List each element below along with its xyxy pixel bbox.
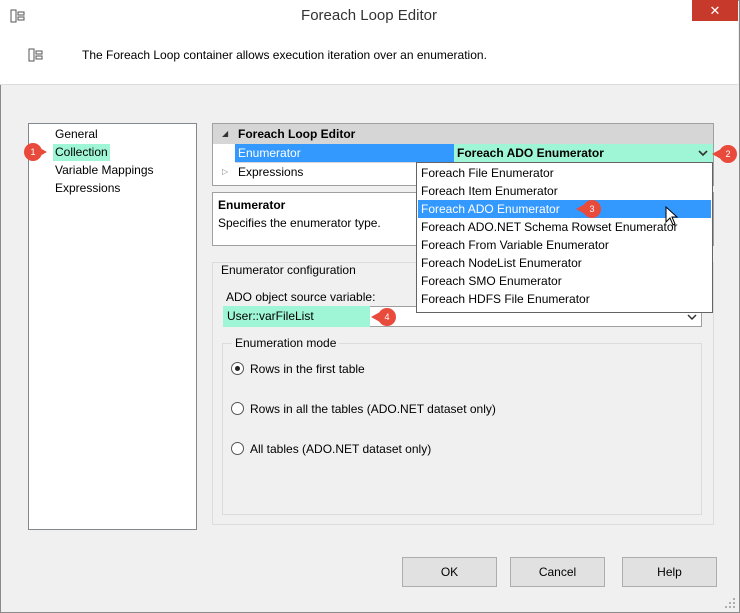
dropdown-option-nodelist[interactable]: Foreach NodeList Enumerator (418, 254, 711, 272)
enumeration-mode-title: Enumeration mode (232, 336, 340, 350)
property-label-expressions[interactable]: Expressions (235, 163, 303, 181)
radio-label[interactable]: Rows in the first table (250, 362, 365, 376)
nav-item-collection[interactable]: Collection (53, 144, 110, 161)
radio-label[interactable]: All tables (ADO.NET dataset only) (250, 442, 431, 456)
source-variable-value[interactable]: User::varFileList (223, 306, 370, 327)
resize-grip-icon[interactable] (724, 597, 736, 609)
radio-rows-first-table[interactable] (231, 362, 244, 375)
expand-triangle-icon[interactable]: ▷ (222, 163, 228, 181)
foreach-container-icon (28, 48, 43, 62)
header-description: The Foreach Loop container allows execut… (82, 48, 487, 62)
dropdown-option-item[interactable]: Foreach Item Enumerator (418, 182, 711, 200)
nav-item-variable-mappings[interactable]: Variable Mappings (53, 162, 156, 179)
help-button[interactable]: Help (622, 557, 717, 587)
property-category[interactable]: Foreach Loop Editor (213, 124, 713, 144)
collapse-triangle-icon[interactable]: ◢ (222, 124, 228, 144)
dropdown-option-hdfs-file[interactable]: Foreach HDFS File Enumerator (418, 290, 711, 308)
dropdown-option-smo[interactable]: Foreach SMO Enumerator (418, 272, 711, 290)
page-navigation-list: General Collection Variable Mappings Exp… (28, 123, 197, 530)
dropdown-option-from-variable[interactable]: Foreach From Variable Enumerator (418, 236, 711, 254)
cancel-button[interactable]: Cancel (510, 557, 605, 587)
source-variable-label: ADO object source variable: (226, 290, 376, 304)
dropdown-arrow-icon[interactable] (695, 145, 711, 161)
description-title: Enumerator (218, 198, 286, 212)
window-title: Foreach Loop Editor (301, 7, 437, 24)
description-text: Specifies the enumerator type. (218, 216, 381, 230)
close-button[interactable]: ✕ (692, 0, 738, 21)
property-label-enumerator[interactable]: Enumerator (235, 144, 454, 162)
nav-item-general[interactable]: General (53, 126, 100, 143)
enumerator-dropdown-list: Foreach File Enumerator Foreach Item Enu… (416, 162, 713, 313)
callout-marker-3: 3 (576, 200, 601, 218)
nav-item-expressions[interactable]: Expressions (53, 180, 122, 197)
callout-marker-4: 4 (371, 308, 396, 326)
mouse-cursor-icon (665, 206, 679, 226)
radio-label[interactable]: Rows in all the tables (ADO.NET dataset … (250, 402, 496, 416)
enumerator-value[interactable]: Foreach ADO Enumerator (454, 144, 713, 162)
dropdown-option-file[interactable]: Foreach File Enumerator (418, 164, 711, 182)
configuration-group-title: Enumerator configuration (218, 263, 359, 277)
radio-all-tables[interactable] (231, 442, 244, 455)
radio-rows-all-tables[interactable] (231, 402, 244, 415)
callout-marker-1: 1 (24, 143, 50, 161)
callout-marker-2: 2 (712, 145, 737, 163)
ok-button[interactable]: OK (402, 557, 497, 587)
